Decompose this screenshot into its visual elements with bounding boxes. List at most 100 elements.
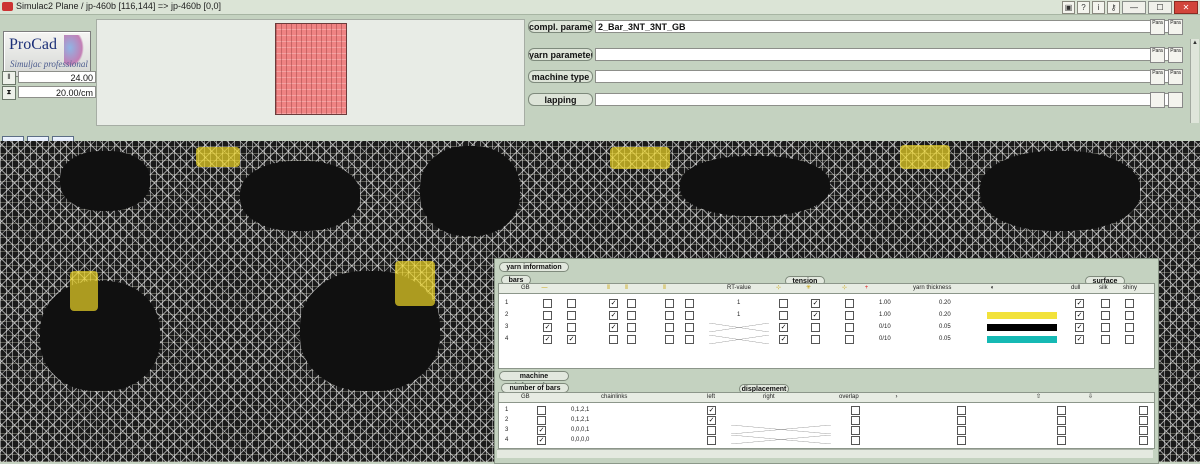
checkbox[interactable]: [567, 311, 576, 320]
lapping-button[interactable]: lapping: [528, 93, 593, 106]
yarn-color-swatch[interactable]: [987, 336, 1057, 343]
checkbox[interactable]: [851, 426, 860, 435]
tension-value[interactable]: 1.00: [879, 299, 891, 307]
checkbox[interactable]: [1057, 416, 1066, 425]
yarn-color-swatch[interactable]: [987, 324, 1057, 331]
checkbox[interactable]: ✓: [609, 299, 618, 308]
minimize-button[interactable]: —: [1122, 1, 1146, 14]
dialog-horizontal-scrollbar[interactable]: [497, 449, 1153, 458]
open-param-button[interactable]: Para: [1150, 69, 1165, 85]
checkbox[interactable]: [845, 335, 854, 344]
checkbox[interactable]: [1125, 311, 1134, 320]
checkbox[interactable]: [957, 406, 966, 415]
compl-parameter-button[interactable]: compl. parameter: [528, 20, 593, 33]
key-icon[interactable]: ⚷: [1107, 1, 1120, 14]
checkbox[interactable]: [627, 335, 636, 344]
checkbox[interactable]: ✓: [1075, 311, 1084, 320]
yarn-parameter-button[interactable]: yarn parameter: [528, 48, 593, 61]
checkbox[interactable]: [627, 323, 636, 332]
checkbox[interactable]: [543, 299, 552, 308]
info-icon[interactable]: i: [1092, 1, 1105, 14]
checkbox[interactable]: [685, 311, 694, 320]
runin-value[interactable]: 1: [737, 299, 740, 307]
thickness-value[interactable]: 0.20: [939, 299, 951, 307]
left-checkbox[interactable]: [707, 436, 716, 445]
left-checkbox[interactable]: [707, 426, 716, 435]
checkbox[interactable]: [1057, 436, 1066, 445]
checkbox[interactable]: [845, 311, 854, 320]
save-icon[interactable]: ▣: [1062, 1, 1075, 14]
tab-yarn-information[interactable]: yarn information: [499, 262, 569, 272]
chainlinks-value[interactable]: 0,1,2,1: [571, 416, 589, 424]
scroll-up-icon[interactable]: ▲: [1191, 39, 1199, 47]
checkbox[interactable]: ✓: [1075, 323, 1084, 332]
chainlinks-value[interactable]: 0,1,2,1: [571, 406, 589, 414]
edit-icon[interactable]: [1168, 92, 1183, 108]
save-param-button[interactable]: Para: [1168, 69, 1183, 85]
checkbox[interactable]: [1101, 311, 1110, 320]
open-param-button[interactable]: Para: [1150, 47, 1165, 63]
checkbox[interactable]: [1139, 406, 1148, 415]
checkbox[interactable]: [1125, 323, 1134, 332]
checkbox[interactable]: [1057, 426, 1066, 435]
machine-type-input[interactable]: [595, 70, 1173, 83]
checkbox[interactable]: [567, 323, 576, 332]
checkbox[interactable]: [851, 416, 860, 425]
tension-value[interactable]: 0/10: [879, 335, 891, 343]
checkbox[interactable]: ✓: [779, 335, 788, 344]
compl-parameter-input[interactable]: 2_Bar_3NT_3NT_GB: [595, 20, 1173, 33]
thickness-value[interactable]: 0.05: [939, 335, 951, 343]
checkbox[interactable]: ✓: [1075, 335, 1084, 344]
checkbox[interactable]: [1139, 426, 1148, 435]
gb-checkbox[interactable]: [537, 406, 546, 415]
yarn-parameter-input[interactable]: [595, 48, 1173, 61]
machine-type-button[interactable]: machine type: [528, 70, 593, 83]
gb-checkbox[interactable]: ✓: [537, 426, 546, 435]
checkbox[interactable]: [627, 311, 636, 320]
checkbox[interactable]: [1125, 335, 1134, 344]
checkbox[interactable]: [609, 335, 618, 344]
maximize-button[interactable]: ☐: [1148, 1, 1172, 14]
save-param-button[interactable]: Para: [1168, 47, 1183, 63]
document-icon[interactable]: [1150, 92, 1165, 108]
checkbox[interactable]: ✓: [779, 323, 788, 332]
tension-value[interactable]: 0/10: [879, 323, 891, 331]
checkbox[interactable]: [543, 311, 552, 320]
wale-density-input[interactable]: 24.00: [18, 71, 96, 83]
checkbox[interactable]: [1101, 323, 1110, 332]
checkbox[interactable]: [851, 436, 860, 445]
tension-value[interactable]: 1.00: [879, 311, 891, 319]
checkbox[interactable]: ✓: [811, 311, 820, 320]
thickness-value[interactable]: 0.05: [939, 323, 951, 331]
checkbox[interactable]: [1139, 416, 1148, 425]
checkbox[interactable]: [957, 426, 966, 435]
thickness-value[interactable]: 0.20: [939, 311, 951, 319]
lapping-input[interactable]: [595, 93, 1173, 106]
checkbox[interactable]: [627, 299, 636, 308]
checkbox[interactable]: ✓: [543, 323, 552, 332]
yarn-color-swatch[interactable]: [987, 300, 1057, 307]
checkbox[interactable]: [665, 299, 674, 308]
checkbox[interactable]: ✓: [609, 323, 618, 332]
checkbox[interactable]: ✓: [543, 335, 552, 344]
checkbox[interactable]: [811, 323, 820, 332]
checkbox[interactable]: [845, 299, 854, 308]
checkbox[interactable]: [811, 335, 820, 344]
left-checkbox[interactable]: ✓: [707, 406, 716, 415]
checkbox[interactable]: [851, 406, 860, 415]
tab-machine-information[interactable]: machine information: [499, 371, 569, 390]
course-density-input[interactable]: 20.00/cm: [18, 86, 96, 98]
checkbox[interactable]: [957, 416, 966, 425]
checkbox[interactable]: ✓: [567, 335, 576, 344]
checkbox[interactable]: [685, 299, 694, 308]
checkbox[interactable]: [1139, 436, 1148, 445]
checkbox[interactable]: [1101, 299, 1110, 308]
yarn-color-swatch[interactable]: [987, 312, 1057, 319]
runin-value[interactable]: 1: [737, 311, 740, 319]
checkbox[interactable]: [1125, 299, 1134, 308]
checkbox[interactable]: [665, 335, 674, 344]
checkbox[interactable]: ✓: [609, 311, 618, 320]
checkbox[interactable]: [685, 335, 694, 344]
gb-checkbox[interactable]: ✓: [537, 436, 546, 445]
help-icon[interactable]: ?: [1077, 1, 1090, 14]
